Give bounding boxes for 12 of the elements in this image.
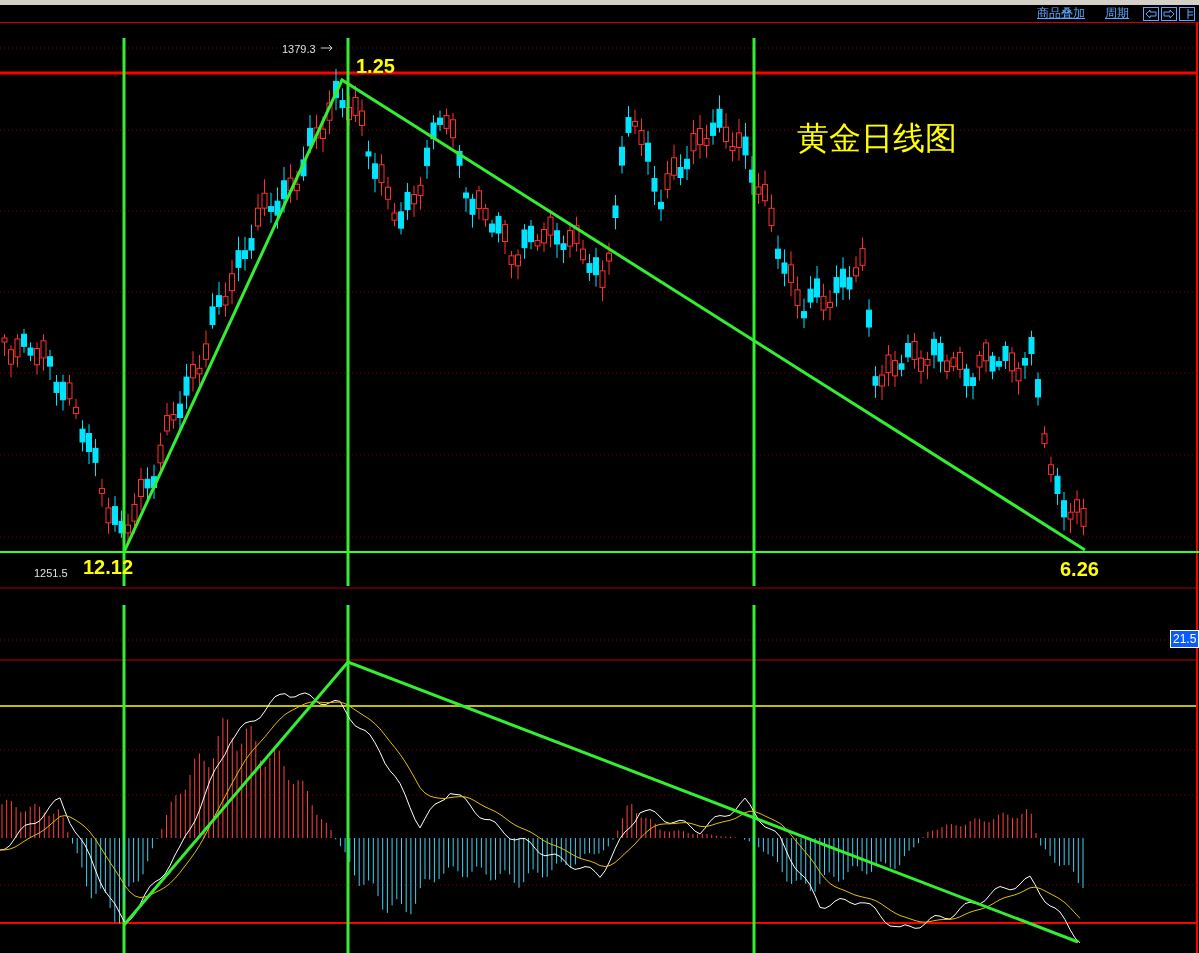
arrow-icon <box>320 44 333 52</box>
value-badge: 21.5 <box>1170 630 1199 648</box>
toolbar-link[interactable]: 周期 <box>1105 5 1129 22</box>
price-marker: 1251.5 <box>34 567 68 579</box>
date-label: 6.26 <box>1060 558 1099 581</box>
toolbar-link[interactable]: 商品叠加 <box>1037 5 1085 22</box>
right-arrow-icon[interactable] <box>1161 6 1177 21</box>
date-label: 1.25 <box>356 55 395 78</box>
chart-title: 黄金日线图 <box>797 118 957 159</box>
left-arrow-icon[interactable] <box>1143 6 1159 21</box>
layout-icon[interactable] <box>1179 6 1195 21</box>
price-marker: 1379.3 <box>282 43 316 55</box>
